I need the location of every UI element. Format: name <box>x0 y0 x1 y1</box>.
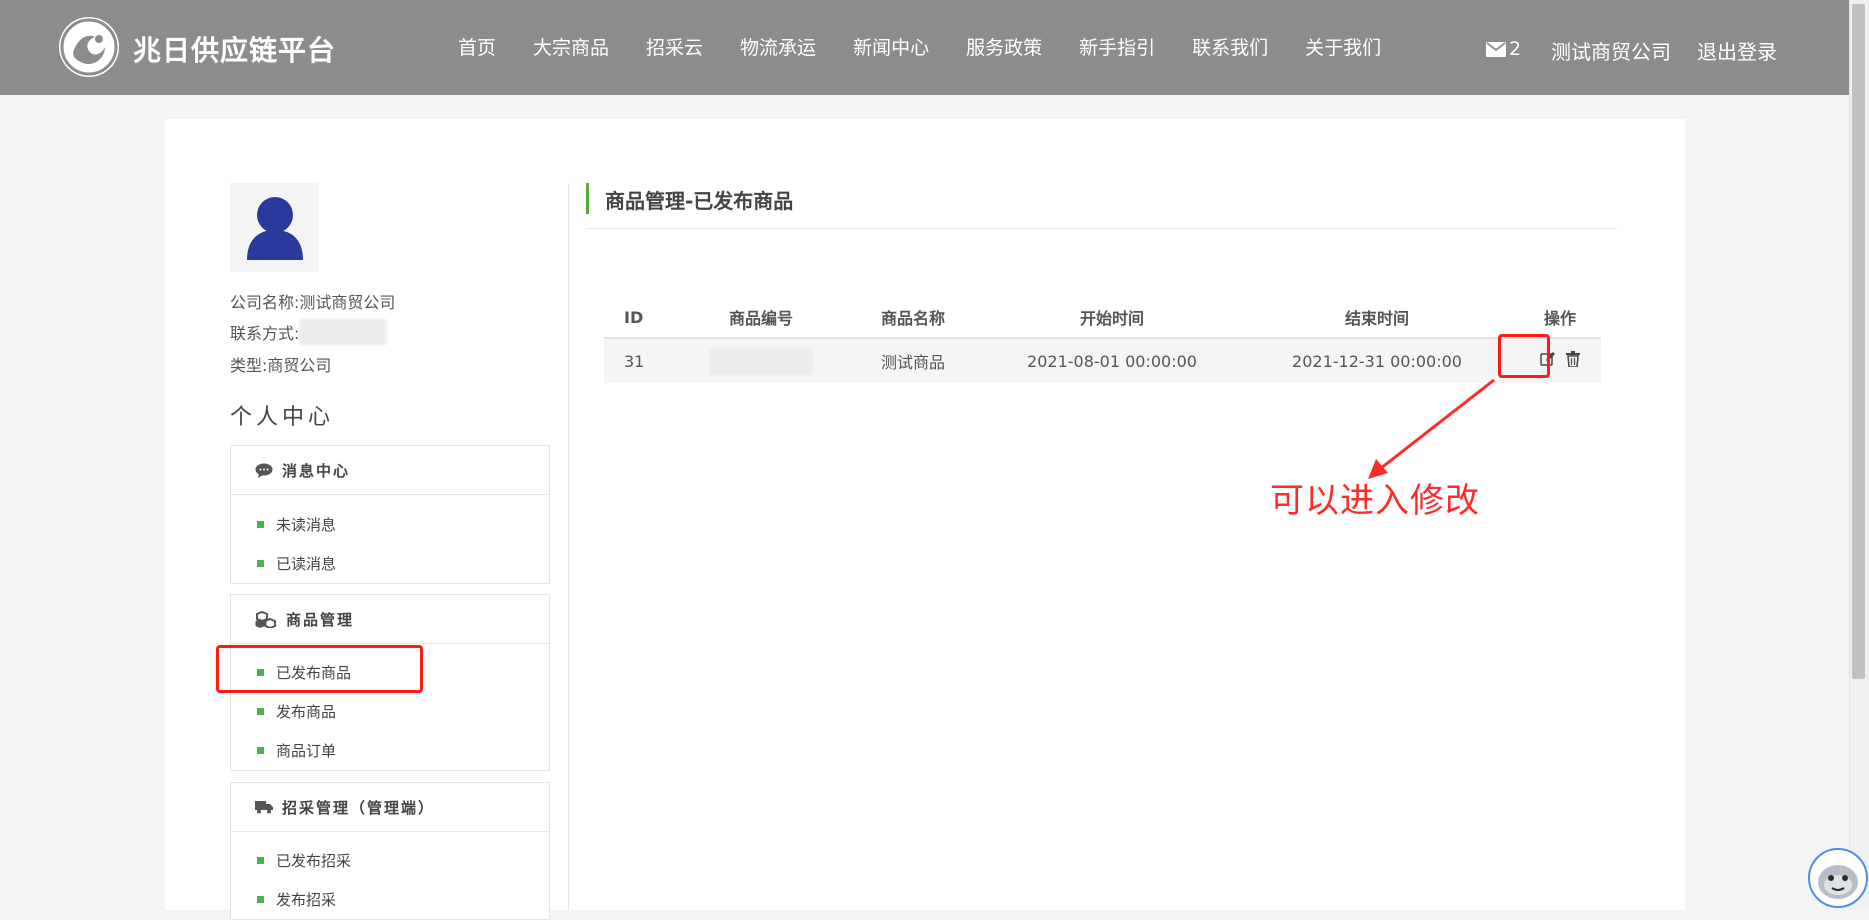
truck-icon <box>255 801 273 814</box>
goods-table: ID 商品编号 商品名称 开始时间 结束时间 操作 31 测试商品 2021-0… <box>604 297 1601 383</box>
contact-row: 联系方式: <box>230 319 388 345</box>
sidebar-item-publish-procurement[interactable]: 发布招采 <box>231 880 549 919</box>
nav-contact[interactable]: 联系我们 <box>1192 33 1268 63</box>
column-header-end[interactable]: 结束时间 <box>1235 297 1519 339</box>
nav-news[interactable]: 新闻中心 <box>853 33 929 63</box>
nav-procurement-cloud[interactable]: 招采云 <box>646 33 703 63</box>
nav-guide[interactable]: 新手指引 <box>1079 33 1155 63</box>
cell-id: 31 <box>604 338 685 383</box>
company-name-value: 测试商贸公司 <box>299 293 396 312</box>
annotation-label: 可以进入修改 <box>1270 481 1480 521</box>
bullet-icon <box>257 521 264 528</box>
type-label: 类型: <box>230 356 268 375</box>
menu-group-label: 招采管理（管理端） <box>282 798 436 817</box>
sidebar-item-read-messages[interactable]: 已读消息 <box>231 544 549 583</box>
type-value: 商贸公司 <box>267 356 332 375</box>
menu-group-procurement: 招采管理（管理端） 已发布招采 发布招采 <box>230 782 550 920</box>
scrollbar-thumb[interactable] <box>1852 4 1865 679</box>
nav-logistics[interactable]: 物流承运 <box>740 33 816 63</box>
sidebar-item-label: 发布商品 <box>276 703 337 721</box>
nav-commodities[interactable]: 大宗商品 <box>533 33 609 63</box>
column-header-code[interactable]: 商品编号 <box>685 297 837 339</box>
company-name-label: 公司名称: <box>230 293 300 312</box>
table-header-row: ID 商品编号 商品名称 开始时间 结束时间 操作 <box>604 297 1601 339</box>
menu-group-label: 商品管理 <box>286 610 355 629</box>
menu-group-header[interactable]: 商品管理 <box>231 595 549 644</box>
support-chat-button[interactable] <box>1808 848 1868 908</box>
sidebar-item-published-procurement[interactable]: 已发布招采 <box>231 841 549 880</box>
sidebar-item-label: 商品订单 <box>276 742 337 760</box>
code-redacted <box>709 347 813 375</box>
menu-group-header[interactable]: 招采管理（管理端） <box>231 783 549 832</box>
mail-count: 2 <box>1509 38 1522 60</box>
top-navbar: 兆日供应链平台 首页 大宗商品 招采云 物流承运 新闻中心 服务政策 新手指引 … <box>0 0 1849 95</box>
title-divider <box>586 228 1617 229</box>
nav-policy[interactable]: 服务政策 <box>966 33 1042 63</box>
bullet-icon <box>257 896 264 903</box>
sidebar-item-unread-messages[interactable]: 未读消息 <box>231 505 549 544</box>
bullet-icon <box>257 747 264 754</box>
column-divider <box>568 183 569 910</box>
type-row: 类型:商贸公司 <box>230 352 331 376</box>
logout-link[interactable]: 退出登录 <box>1697 36 1777 65</box>
cell-start-time: 2021-08-01 00:00:00 <box>989 338 1235 383</box>
nav-about[interactable]: 关于我们 <box>1305 33 1381 63</box>
cubes-icon <box>255 610 276 628</box>
chat-icon <box>255 463 273 478</box>
bullet-icon <box>257 708 264 715</box>
sidebar-item-label: 已读消息 <box>276 555 337 573</box>
sidebar-item-goods-orders[interactable]: 商品订单 <box>231 731 549 770</box>
brand-name: 兆日供应链平台 <box>133 34 337 67</box>
avatar <box>230 183 319 272</box>
bullet-icon <box>257 857 264 864</box>
menu-group-messages: 消息中心 未读消息 已读消息 <box>230 445 550 584</box>
user-avatar-icon <box>247 197 303 260</box>
menu-group-label: 消息中心 <box>282 461 351 480</box>
mail-link[interactable]: 2 <box>1486 38 1521 60</box>
column-header-actions: 操作 <box>1519 297 1601 339</box>
logo-icon[interactable] <box>59 17 119 77</box>
contact-label: 联系方式: <box>230 324 300 343</box>
menu-group-header[interactable]: 消息中心 <box>231 446 549 495</box>
title-accent-bar <box>586 183 589 214</box>
sidebar-item-label: 未读消息 <box>276 516 337 534</box>
main-nav: 首页 大宗商品 招采云 物流承运 新闻中心 服务政策 新手指引 联系我们 关于我… <box>458 33 1418 63</box>
highlight-box-published-goods <box>216 645 423 693</box>
company-name-row: 公司名称:测试商贸公司 <box>230 289 395 313</box>
robot-face-icon <box>1818 865 1858 899</box>
user-company-link[interactable]: 测试商贸公司 <box>1551 36 1671 65</box>
bullet-icon <box>257 560 264 567</box>
highlight-box-edit <box>1498 334 1550 378</box>
page-title: 商品管理-已发布商品 <box>605 189 794 213</box>
trash-icon[interactable] <box>1566 351 1580 367</box>
sidebar-title: 个人中心 <box>230 405 335 430</box>
sidebar-item-label: 已发布招采 <box>276 852 352 870</box>
envelope-icon <box>1486 41 1506 57</box>
contact-value-redacted <box>299 319 388 345</box>
column-header-start[interactable]: 开始时间 <box>989 297 1235 339</box>
sidebar-item-publish-goods[interactable]: 发布商品 <box>231 692 549 731</box>
nav-home[interactable]: 首页 <box>458 33 496 63</box>
cell-name: 测试商品 <box>837 338 989 383</box>
column-header-name[interactable]: 商品名称 <box>837 297 989 339</box>
sidebar-item-label: 发布招采 <box>276 891 337 909</box>
column-header-id[interactable]: ID <box>604 297 685 339</box>
annotation-arrow-icon <box>1368 378 1495 479</box>
cell-code <box>685 338 837 383</box>
